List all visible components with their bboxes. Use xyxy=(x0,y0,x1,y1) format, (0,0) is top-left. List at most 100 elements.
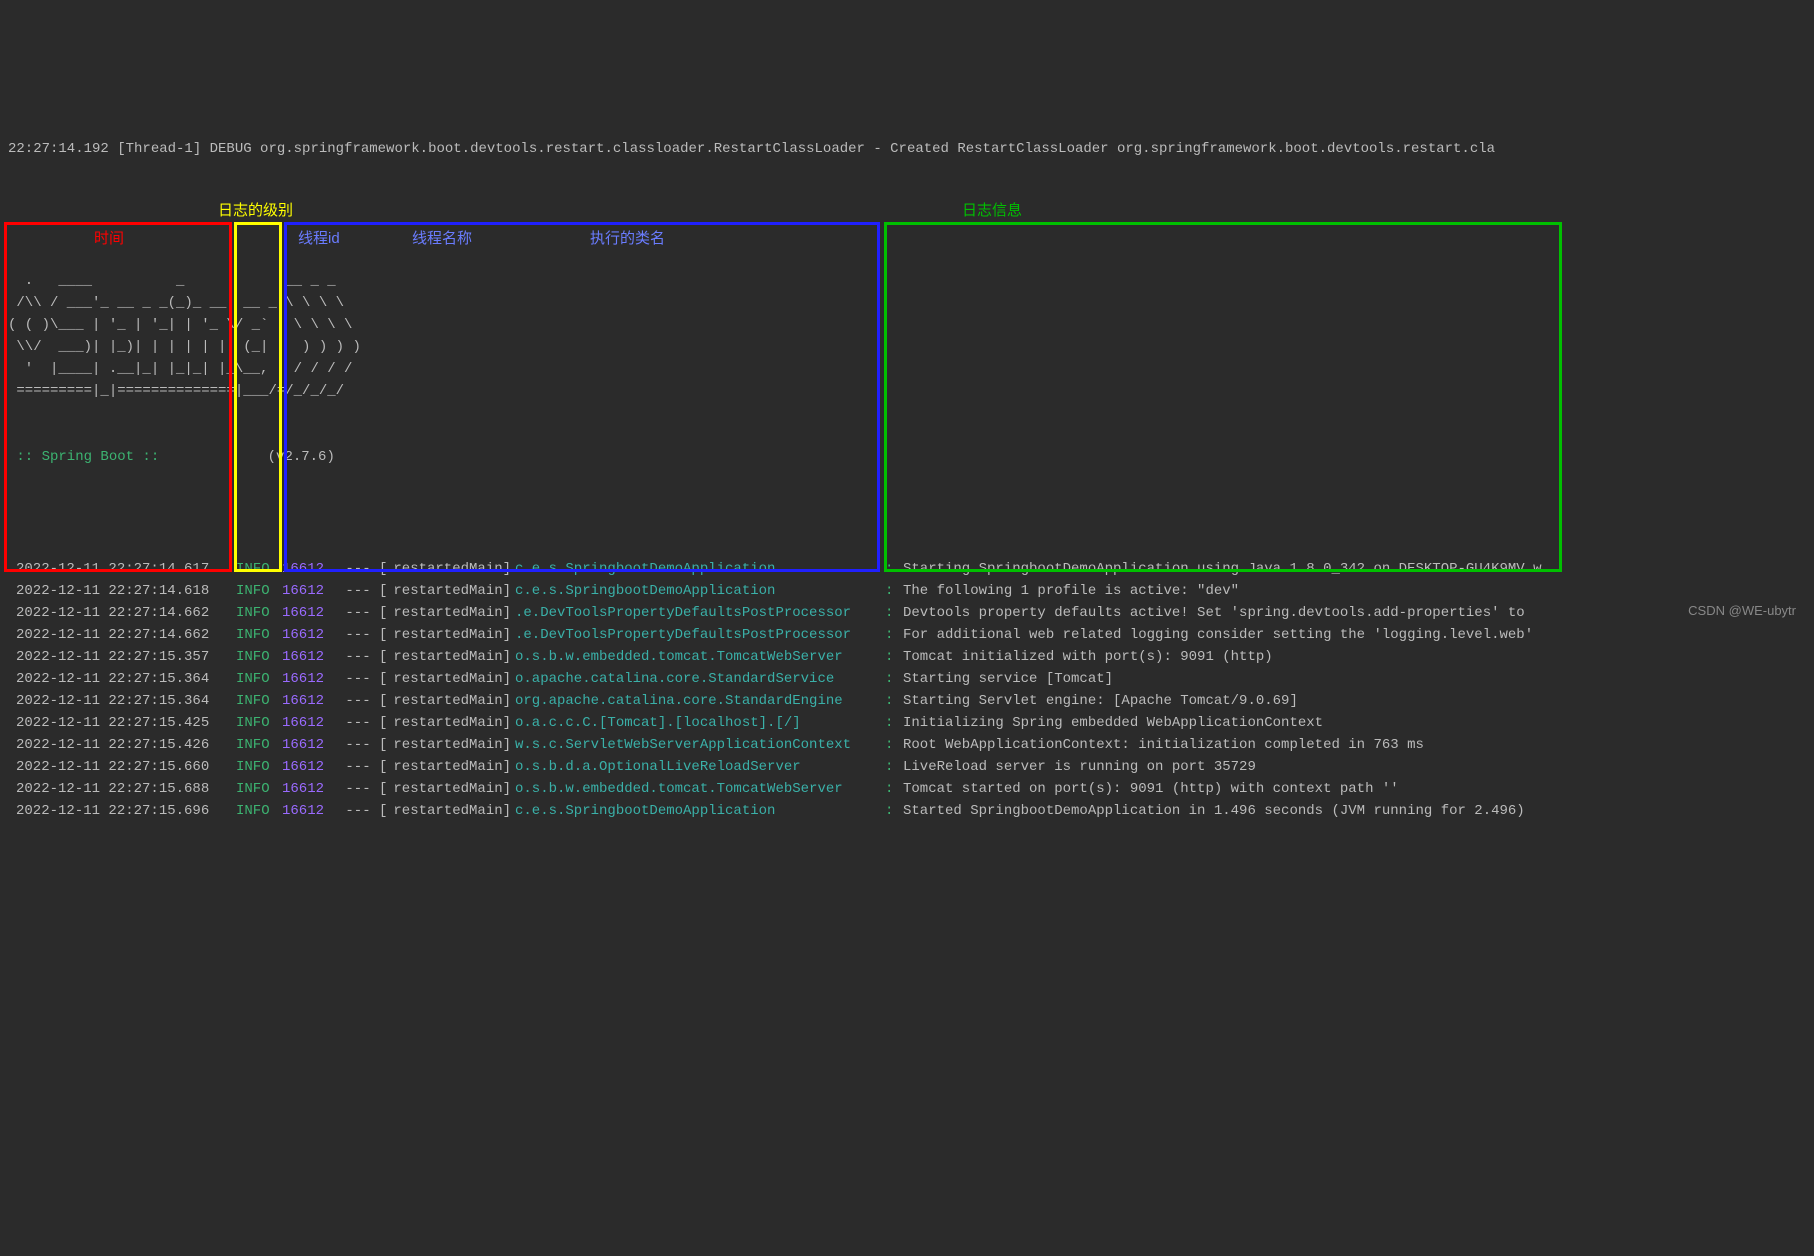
debug-log-header: 22:27:14.192 [Thread-1] DEBUG org.spring… xyxy=(8,138,1806,160)
log-colon: : xyxy=(885,756,903,778)
log-class: o.s.b.w.embedded.tomcat.TomcatWebServer xyxy=(515,778,885,800)
log-colon: : xyxy=(885,712,903,734)
log-row: 2022-12-11 22:27:14.662INFO16612 --- [ r… xyxy=(8,624,1806,646)
log-class: w.s.c.ServletWebServerApplicationContext xyxy=(515,734,885,756)
log-message: The following 1 profile is active: "dev" xyxy=(903,580,1806,602)
log-class: o.a.c.c.C.[Tomcat].[localhost].[/] xyxy=(515,712,885,734)
log-level: INFO xyxy=(236,756,282,778)
watermark: CSDN @WE-ubytr xyxy=(1688,600,1796,622)
log-class: org.apache.catalina.core.StandardEngine xyxy=(515,690,885,712)
log-pid: 16612 xyxy=(282,800,337,822)
log-timestamp: 2022-12-11 22:27:15.426 xyxy=(8,734,236,756)
log-thread: restartedMain] xyxy=(385,558,515,580)
log-thread: restartedMain] xyxy=(385,646,515,668)
log-class: c.e.s.SpringbootDemoApplication xyxy=(515,558,885,580)
log-row: 2022-12-11 22:27:15.364INFO16612 --- [ r… xyxy=(8,668,1806,690)
log-timestamp: 2022-12-11 22:27:15.425 xyxy=(8,712,236,734)
log-separator: --- [ xyxy=(337,602,385,624)
log-thread: restartedMain] xyxy=(385,800,515,822)
log-level: INFO xyxy=(236,690,282,712)
log-thread: restartedMain] xyxy=(385,668,515,690)
log-pid: 16612 xyxy=(282,580,337,602)
log-timestamp: 2022-12-11 22:27:15.660 xyxy=(8,756,236,778)
log-separator: --- [ xyxy=(337,690,385,712)
log-message: Started SpringbootDemoApplication in 1.4… xyxy=(903,800,1806,822)
log-pid: 16612 xyxy=(282,756,337,778)
log-pid: 16612 xyxy=(282,734,337,756)
log-colon: : xyxy=(885,624,903,646)
log-message: For additional web related logging consi… xyxy=(903,624,1806,646)
log-separator: --- [ xyxy=(337,624,385,646)
log-colon: : xyxy=(885,602,903,624)
log-separator: --- [ xyxy=(337,668,385,690)
log-separator: --- [ xyxy=(337,712,385,734)
log-level: INFO xyxy=(236,734,282,756)
log-row: 2022-12-11 22:27:15.696INFO16612 --- [ r… xyxy=(8,800,1806,822)
log-separator: --- [ xyxy=(337,646,385,668)
log-row: 2022-12-11 22:27:15.688INFO16612 --- [ r… xyxy=(8,778,1806,800)
log-message: Root WebApplicationContext: initializati… xyxy=(903,734,1806,756)
log-level: INFO xyxy=(236,558,282,580)
log-thread: restartedMain] xyxy=(385,624,515,646)
log-thread: restartedMain] xyxy=(385,580,515,602)
log-message: Initializing Spring embedded WebApplicat… xyxy=(903,712,1806,734)
log-timestamp: 2022-12-11 22:27:15.696 xyxy=(8,800,236,822)
log-class: o.apache.catalina.core.StandardService xyxy=(515,668,885,690)
log-class: o.s.b.d.a.OptionalLiveReloadServer xyxy=(515,756,885,778)
log-separator: --- [ xyxy=(337,778,385,800)
log-class: o.s.b.w.embedded.tomcat.TomcatWebServer xyxy=(515,646,885,668)
log-colon: : xyxy=(885,646,903,668)
log-colon: : xyxy=(885,558,903,580)
log-row: 2022-12-11 22:27:14.617INFO16612 --- [ r… xyxy=(8,558,1806,580)
log-timestamp: 2022-12-11 22:27:15.357 xyxy=(8,646,236,668)
log-pid: 16612 xyxy=(282,668,337,690)
log-row: 2022-12-11 22:27:14.618INFO16612 --- [ r… xyxy=(8,580,1806,602)
log-separator: --- [ xyxy=(337,800,385,822)
log-pid: 16612 xyxy=(282,712,337,734)
spring-boot-version-line: :: Spring Boot :: (v2.7.6) xyxy=(8,446,1806,468)
log-timestamp: 2022-12-11 22:27:15.688 xyxy=(8,778,236,800)
log-thread: restartedMain] xyxy=(385,602,515,624)
log-timestamp: 2022-12-11 22:27:15.364 xyxy=(8,690,236,712)
log-separator: --- [ xyxy=(337,734,385,756)
log-separator: --- [ xyxy=(337,756,385,778)
log-timestamp: 2022-12-11 22:27:14.662 xyxy=(8,602,236,624)
log-pid: 16612 xyxy=(282,646,337,668)
log-level: INFO xyxy=(236,646,282,668)
spring-boot-label: :: Spring Boot :: xyxy=(8,449,168,465)
log-pid: 16612 xyxy=(282,624,337,646)
log-thread: restartedMain] xyxy=(385,756,515,778)
log-thread: restartedMain] xyxy=(385,690,515,712)
log-row: 2022-12-11 22:27:15.364INFO16612 --- [ r… xyxy=(8,690,1806,712)
log-pid: 16612 xyxy=(282,690,337,712)
log-row: 2022-12-11 22:27:15.425INFO16612 --- [ r… xyxy=(8,712,1806,734)
log-thread: restartedMain] xyxy=(385,734,515,756)
log-level: INFO xyxy=(236,668,282,690)
log-row: 2022-12-11 22:27:15.426INFO16612 --- [ r… xyxy=(8,734,1806,756)
log-thread: restartedMain] xyxy=(385,712,515,734)
log-table: 2022-12-11 22:27:14.617INFO16612 --- [ r… xyxy=(8,558,1806,822)
log-level: INFO xyxy=(236,800,282,822)
log-colon: : xyxy=(885,668,903,690)
log-message: LiveReload server is running on port 357… xyxy=(903,756,1806,778)
log-class: c.e.s.SpringbootDemoApplication xyxy=(515,800,885,822)
log-message: Tomcat started on port(s): 9091 (http) w… xyxy=(903,778,1806,800)
log-class: c.e.s.SpringbootDemoApplication xyxy=(515,580,885,602)
log-level: INFO xyxy=(236,778,282,800)
log-pid: 16612 xyxy=(282,558,337,580)
log-row: 2022-12-11 22:27:15.660INFO16612 --- [ r… xyxy=(8,756,1806,778)
log-message: Starting SpringbootDemoApplication using… xyxy=(903,558,1806,580)
log-message: Devtools property defaults active! Set '… xyxy=(903,602,1806,624)
log-colon: : xyxy=(885,778,903,800)
log-row: 2022-12-11 22:27:15.357INFO16612 --- [ r… xyxy=(8,646,1806,668)
log-level: INFO xyxy=(236,624,282,646)
log-row: 2022-12-11 22:27:14.662INFO16612 --- [ r… xyxy=(8,602,1806,624)
log-level: INFO xyxy=(236,580,282,602)
log-timestamp: 2022-12-11 22:27:14.617 xyxy=(8,558,236,580)
log-class: .e.DevToolsPropertyDefaultsPostProcessor xyxy=(515,624,885,646)
log-separator: --- [ xyxy=(337,580,385,602)
spring-boot-version: (v2.7.6) xyxy=(268,449,335,465)
log-message: Tomcat initialized with port(s): 9091 (h… xyxy=(903,646,1806,668)
log-colon: : xyxy=(885,734,903,756)
log-pid: 16612 xyxy=(282,602,337,624)
